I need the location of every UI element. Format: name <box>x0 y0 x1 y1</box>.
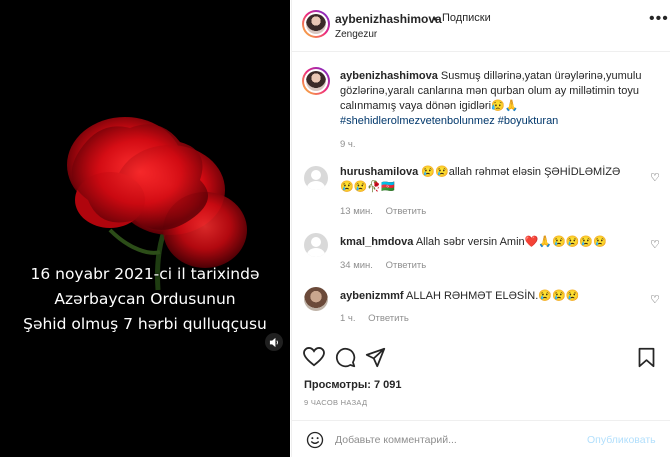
comment-icon[interactable] <box>335 347 356 368</box>
comment: kmal_hmdova Allah səbr versin Amin❤️🙏😢😢😢… <box>340 235 632 250</box>
commenter-avatar[interactable] <box>304 233 328 257</box>
comment-like-heart-icon[interactable]: ♡ <box>650 293 660 306</box>
caption-hashtags[interactable]: #shehidlerolmezvetenbolunmez #boyukturan <box>340 115 558 127</box>
share-icon[interactable] <box>365 347 386 368</box>
post-header: aybenizhashimova • Подписки Zengezur ••• <box>292 0 670 52</box>
add-comment-bar: Опубликовать <box>292 420 670 457</box>
reply-button[interactable]: Ответить <box>386 206 427 217</box>
heart-icon[interactable] <box>303 347 325 367</box>
separator-dot: • <box>433 12 438 26</box>
comment-time: 13 мин. <box>340 206 373 217</box>
location-link[interactable]: Zengezur <box>335 29 377 40</box>
comment: hurushamilova 😢😢allah rəhmət eləsin ŞƏHİ… <box>340 165 632 195</box>
author-avatar[interactable] <box>302 10 330 38</box>
sound-toggle-button[interactable] <box>265 333 283 351</box>
post-media[interactable]: 16 noyabr 2021-ci il tarixində Azərbayca… <box>0 0 290 457</box>
comment-meta: 13 мин. Ответить <box>340 206 436 217</box>
emoji-icon[interactable] <box>306 431 324 449</box>
comment-username[interactable]: aybenizmmf <box>340 290 404 302</box>
overlay-line: Azərbaycan Ordusunun <box>54 290 236 308</box>
commenter-avatar[interactable] <box>304 166 328 190</box>
comment-meta: 1 ч. Ответить <box>340 313 419 324</box>
author-username[interactable]: aybenizhashimova <box>335 12 442 26</box>
commenter-avatar[interactable] <box>304 287 328 311</box>
comment-like-heart-icon[interactable]: ♡ <box>650 171 660 184</box>
views-number: 7 091 <box>373 379 402 391</box>
comment-like-heart-icon[interactable]: ♡ <box>650 238 660 251</box>
views-count[interactable]: Просмотры: 7 091 <box>304 379 402 391</box>
comment-username[interactable]: hurushamilova <box>340 166 418 178</box>
bookmark-icon[interactable] <box>637 347 656 368</box>
media-text-overlay: 16 noyabr 2021-ci il tarixində Azərbayca… <box>0 262 290 337</box>
comment-text: Allah səbr versin Amin❤️🙏😢😢😢😢 <box>415 236 607 248</box>
post-timestamp[interactable]: 9 ЧАСОВ НАЗАД <box>304 398 367 407</box>
comment-input[interactable] <box>335 431 575 449</box>
comment-text: ALLAH RƏHMƏT ELƏSİN.😢😢😢 <box>406 290 580 302</box>
comments-section[interactable]: aybenizhashimova Susmuş dillərinə,yatan … <box>292 53 670 338</box>
views-label: Просмотры: <box>304 379 371 391</box>
action-bar <box>292 340 670 374</box>
more-icon[interactable]: ••• <box>649 10 669 28</box>
caption-avatar[interactable] <box>302 67 330 95</box>
comment-meta: 34 мин. Ответить <box>340 260 436 271</box>
comment-time: 34 мин. <box>340 260 373 271</box>
caption-time: 9 ч. <box>340 139 356 150</box>
reply-button[interactable]: Ответить <box>368 313 409 324</box>
caption: aybenizhashimova Susmuş dillərinə,yatan … <box>340 69 656 129</box>
overlay-line: Şəhid olmuş 7 hərbi qulluqçusu <box>23 315 267 333</box>
post-panel: aybenizhashimova • Подписки Zengezur •••… <box>291 0 670 457</box>
caption-username[interactable]: aybenizhashimova <box>340 70 438 82</box>
reply-button[interactable]: Ответить <box>386 260 427 271</box>
comment: aybenizmmf ALLAH RƏHMƏT ELƏSİN.😢😢😢 <box>340 289 632 304</box>
comment-time: 1 ч. <box>340 313 356 324</box>
following-button[interactable]: Подписки <box>442 12 491 24</box>
comment-username[interactable]: kmal_hmdova <box>340 236 413 248</box>
post-comment-button[interactable]: Опубликовать <box>587 434 656 446</box>
speaker-icon <box>269 337 278 347</box>
overlay-line: 16 noyabr 2021-ci il tarixində <box>30 265 260 283</box>
